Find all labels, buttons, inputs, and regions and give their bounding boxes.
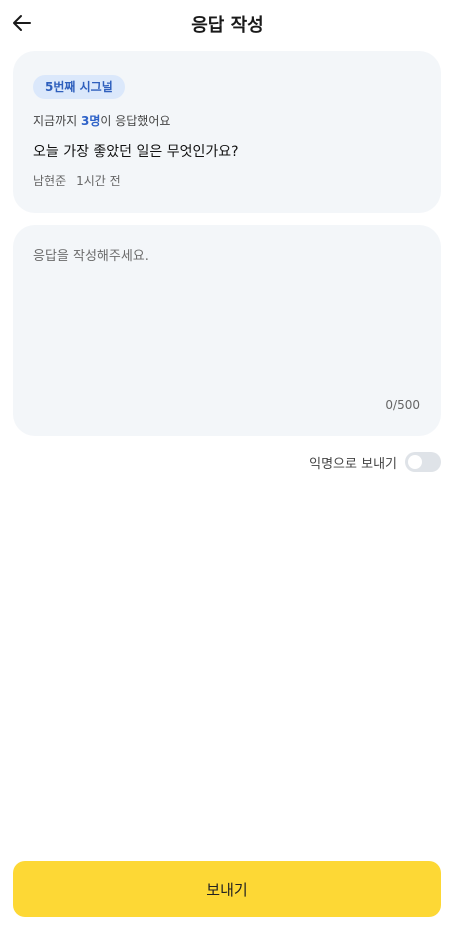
anonymous-row: 익명으로 보내기 [309, 451, 441, 473]
answer-input[interactable] [33, 245, 421, 385]
char-counter: 0/500 [385, 398, 420, 412]
signal-time: 1시간 전 [76, 174, 121, 188]
signal-author: 남현준 [33, 174, 67, 188]
signal-question: 오늘 가장 좋았던 일은 무엇인가요? [33, 144, 239, 160]
signal-meta: 남현준 1시간 전 [33, 172, 121, 189]
response-count-suffix: 이 응답했어요 [100, 114, 171, 128]
page-title: 응답 작성 [191, 15, 264, 36]
response-count-prefix: 지금까지 [33, 114, 81, 128]
anonymous-toggle[interactable] [405, 452, 441, 472]
response-count-number: 3명 [80, 114, 101, 128]
answer-box: 0/500 [13, 225, 441, 436]
signal-card: 5번째 시그널 지금까지 3명이 응답했어요 오늘 가장 좋았던 일은 무엇인가… [13, 51, 441, 213]
toggle-knob [408, 455, 422, 469]
signal-badge: 5번째 시그널 [33, 75, 125, 99]
response-count-text: 지금까지 3명이 응답했어요 [33, 112, 170, 129]
anonymous-label: 익명으로 보내기 [309, 456, 397, 472]
top-bar: 응답 작성 [0, 0, 455, 46]
send-button[interactable]: 보내기 [13, 861, 441, 917]
